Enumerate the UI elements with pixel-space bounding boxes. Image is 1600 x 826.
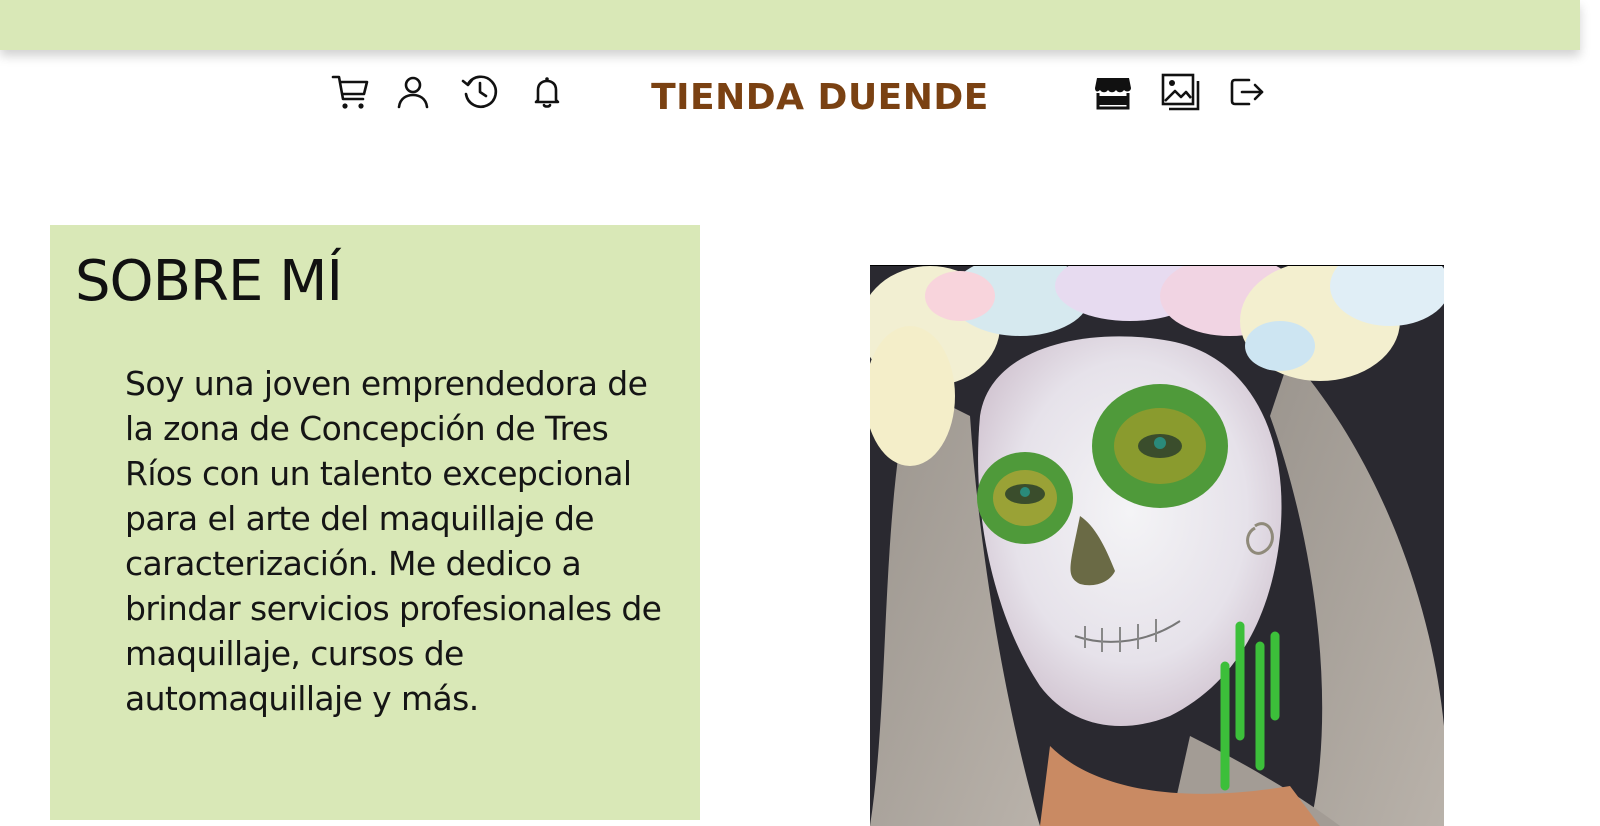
user-icon[interactable] [393, 72, 433, 112]
top-bar [0, 0, 1580, 50]
logout-icon[interactable] [1227, 72, 1267, 112]
store-icon[interactable] [1093, 72, 1133, 112]
about-panel: SOBRE MÍ Soy una joven emprendedora de l… [50, 225, 700, 820]
brand-title[interactable]: TIENDA DUENDE [600, 76, 1040, 120]
bell-icon[interactable] [527, 72, 567, 112]
gallery-icon[interactable] [1160, 72, 1200, 112]
about-title: SOBRE MÍ [75, 249, 343, 314]
cart-icon[interactable] [330, 72, 370, 112]
catrina-makeup-photo [870, 265, 1444, 826]
history-icon[interactable] [460, 72, 500, 112]
about-text: Soy una joven emprendedora de la zona de… [125, 364, 662, 718]
